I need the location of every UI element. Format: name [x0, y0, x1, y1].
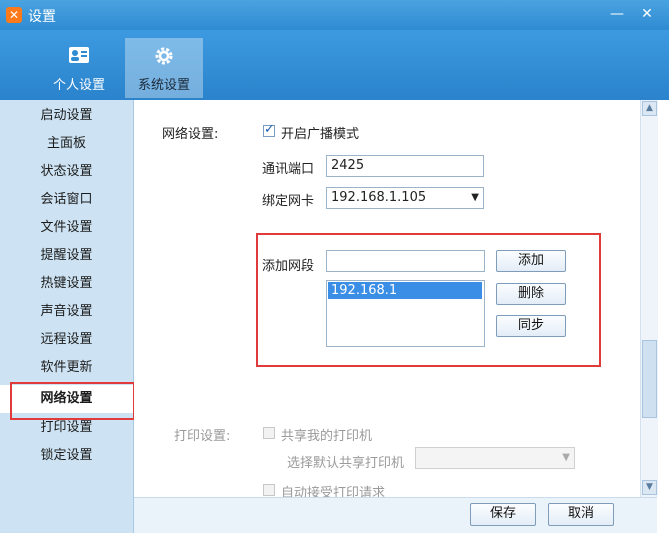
app-logo-icon: ✕ [6, 7, 22, 23]
scroll-up-icon[interactable]: ▲ [642, 101, 657, 116]
broadcast-label: 开启广播模式 [281, 127, 360, 142]
sidebar-item-remote[interactable]: 远程设置 [0, 326, 133, 354]
auto-accept-checkbox[interactable] [263, 484, 275, 496]
sidebar-item-file[interactable]: 文件设置 [0, 214, 133, 242]
broadcast-checkbox[interactable] [263, 122, 275, 137]
tab-label: 系统设置 [137, 78, 190, 93]
gear-icon [153, 46, 175, 65]
port-input[interactable]: 2425 [326, 155, 484, 177]
network-section-label: 网络设置: [162, 127, 219, 142]
settings-window: ✕ 设置 — ✕ 个人设置 系统设置 启动设置 主面板 状态设置 会话窗口 文件… [0, 0, 669, 533]
sidebar-item-reminder[interactable]: 提醒设置 [0, 242, 133, 270]
print-section-label: 打印设置: [174, 429, 231, 444]
sidebar-item-update[interactable]: 软件更新 [0, 354, 133, 382]
auto-accept-label: 自动接受打印请求 [281, 486, 386, 497]
chevron-down-icon: ▼ [562, 452, 570, 463]
tab-system-settings[interactable]: 系统设置 [125, 38, 203, 98]
scroll-down-icon[interactable]: ▼ [642, 480, 657, 495]
tab-label: 个人设置 [52, 78, 105, 93]
sidebar-item-main-panel[interactable]: 主面板 [0, 130, 133, 158]
port-label: 通讯端口 [262, 162, 315, 177]
sidebar-item-sound[interactable]: 声音设置 [0, 298, 133, 326]
share-printer-label: 共享我的打印机 [281, 429, 373, 444]
sidebar-item-status[interactable]: 状态设置 [0, 158, 133, 186]
sidebar: 启动设置 主面板 状态设置 会话窗口 文件设置 提醒设置 热键设置 声音设置 远… [0, 100, 134, 533]
sidebar-item-lock[interactable]: 锁定设置 [0, 442, 133, 470]
share-printer-checkbox[interactable] [263, 427, 275, 439]
scrollbar[interactable]: ▲ ▼ [640, 100, 658, 497]
nic-label: 绑定网卡 [262, 194, 315, 209]
default-printer-select[interactable]: ▼ [415, 447, 575, 469]
highlight-box-segment [256, 233, 601, 367]
close-button[interactable]: ✕ [635, 4, 659, 24]
nic-select[interactable]: 192.168.1.105 ▼ [326, 187, 484, 209]
scroll-thumb[interactable] [642, 340, 657, 418]
settings-header: 个人设置 系统设置 [0, 30, 669, 100]
window-title: 设置 [28, 9, 56, 25]
save-button[interactable]: 保存 [470, 503, 536, 526]
sidebar-item-hotkey[interactable]: 热键设置 [0, 270, 133, 298]
nic-select-value: 192.168.1.105 [331, 190, 427, 205]
minimize-button[interactable]: — [605, 4, 629, 24]
footer-bar: 保存 取消 [134, 497, 657, 533]
tab-personal-settings[interactable]: 个人设置 [40, 38, 118, 98]
highlight-box-sidebar [10, 382, 135, 420]
sidebar-item-chat-window[interactable]: 会话窗口 [0, 186, 133, 214]
title-bar[interactable]: ✕ 设置 — ✕ [0, 0, 669, 30]
chevron-down-icon: ▼ [471, 192, 479, 203]
person-card-icon [68, 46, 90, 64]
sidebar-item-startup[interactable]: 启动设置 [0, 102, 133, 130]
default-printer-label: 选择默认共享打印机 [287, 456, 405, 471]
cancel-button[interactable]: 取消 [548, 503, 614, 526]
